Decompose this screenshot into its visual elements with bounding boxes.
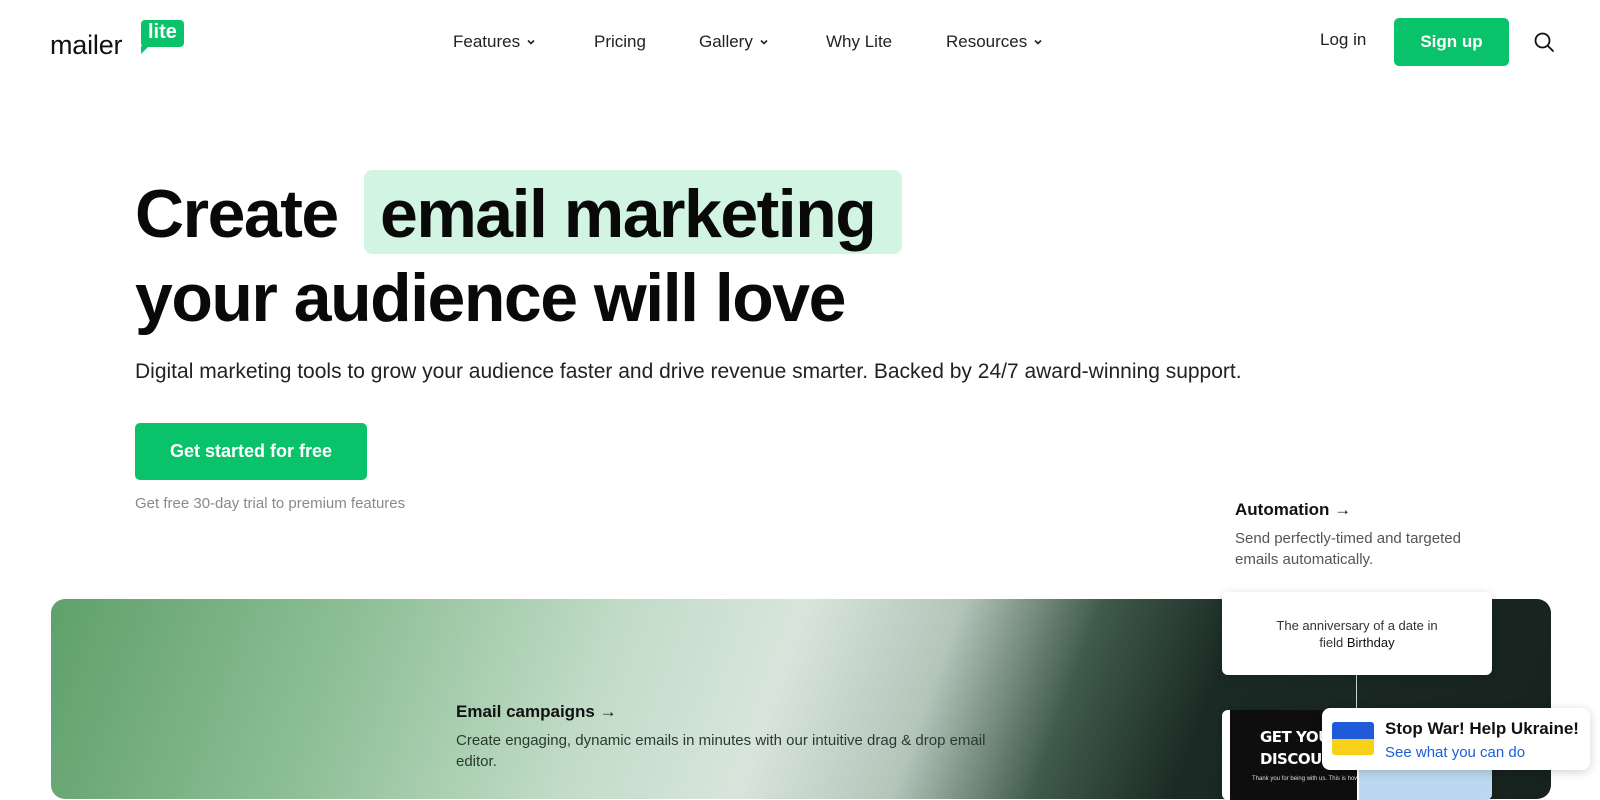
chevron-down-icon [527, 39, 535, 45]
signup-button[interactable]: Sign up [1394, 18, 1509, 66]
trigger-field: Birthday [1346, 634, 1395, 650]
ukraine-support-widget[interactable]: Stop War! Help Ukraine! See what you can… [1322, 708, 1590, 770]
automation-link[interactable]: Automation → [1235, 500, 1351, 520]
get-started-button[interactable]: Get started for free [135, 423, 367, 480]
search-icon[interactable] [1533, 31, 1555, 53]
nav-why-lite[interactable]: Why Lite [826, 30, 892, 54]
ukraine-widget-title: Stop War! Help Ukraine! [1385, 719, 1579, 738]
logo-wordmark: mailer [50, 30, 123, 60]
trigger-line-one: The anniversary of a date in [1276, 617, 1438, 633]
trial-note: Get free 30-day trial to premium feature… [135, 495, 406, 512]
nav-features-label: Features [453, 32, 521, 51]
chevron-down-icon [760, 39, 768, 45]
ukraine-flag-icon [1332, 722, 1374, 755]
nav-gallery[interactable]: Gallery [699, 30, 769, 54]
email-campaigns-link[interactable]: Email campaigns → [456, 702, 617, 722]
nav-features[interactable]: Features [453, 30, 536, 54]
headline-highlight: email marketing [380, 176, 877, 252]
chevron-down-icon [1034, 39, 1042, 45]
automation-description: Send perfectly-timed and targeted emails… [1235, 530, 1461, 568]
trigger-prefix: field [1319, 634, 1347, 650]
logo-badge: lite [141, 20, 184, 54]
nav-resources-label: Resources [946, 32, 1028, 51]
headline-create: Create [135, 176, 339, 252]
headline-line-two: your audience will love [135, 260, 846, 336]
trigger-line-two: field Birthday [1319, 634, 1394, 651]
nav-resources[interactable]: Resources [946, 30, 1043, 54]
login-link[interactable]: Log in [1320, 30, 1366, 50]
ukraine-widget-link[interactable]: See what you can do [1385, 744, 1525, 761]
nav-pricing-label: Pricing [594, 32, 646, 51]
nav-gallery-label: Gallery [699, 32, 753, 51]
hero-subheading: Digital marketing tools to grow your aud… [135, 360, 1242, 383]
nav-why-lite-label: Why Lite [826, 32, 893, 51]
email-campaigns-description: Create engaging, dynamic emails in minut… [456, 732, 986, 770]
email-preview-small-text: Thank you for being with us. This is how [1252, 776, 1359, 782]
nav-pricing[interactable]: Pricing [594, 30, 646, 54]
automation-trigger-card: The anniversary of a date in field Birth… [1222, 592, 1492, 675]
